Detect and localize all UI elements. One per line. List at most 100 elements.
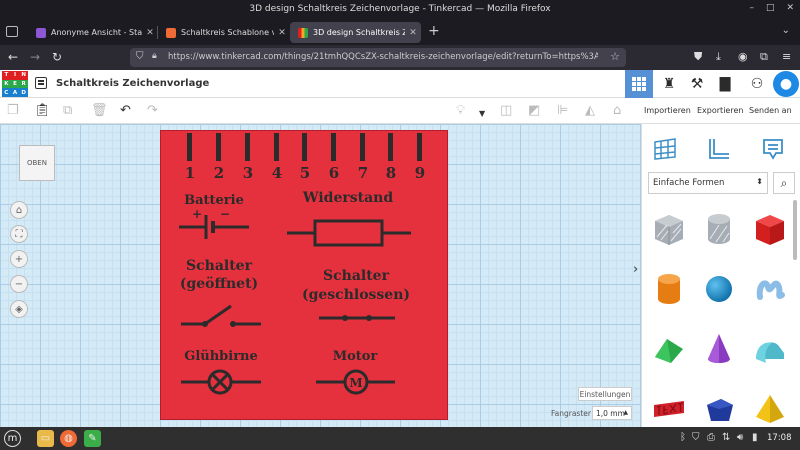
bluetooth-icon[interactable]: ᛒ [680, 432, 686, 443]
printer-icon[interactable]: ⎙ [707, 432, 715, 443]
tab-startpage[interactable]: Anonyme Ansicht - Startpag ✕ [28, 22, 158, 43]
shape-box[interactable] [747, 206, 793, 252]
import-button[interactable]: Importieren [644, 106, 691, 115]
resistor-symbol [287, 219, 411, 247]
close-tab-icon[interactable]: ✕ [405, 28, 421, 38]
tracking-shield-icon[interactable]: ⛉ [136, 51, 144, 62]
close-tab-icon[interactable]: ✕ [142, 28, 158, 38]
fit-view-button[interactable]: ⛶ [10, 225, 28, 243]
add-user-icon: ⚇ [750, 76, 764, 92]
workplane-settings-button[interactable]: Einstellungen [578, 387, 632, 401]
shape-cylinder[interactable] [646, 266, 692, 312]
tinkercad-logo[interactable]: TIN KER CAD [2, 71, 28, 97]
list-all-tabs-icon[interactable] [6, 26, 18, 37]
user-avatar[interactable]: ● [773, 71, 799, 97]
3d-view-button[interactable] [625, 70, 653, 98]
home-view-button[interactable]: ⌂ [10, 201, 28, 219]
shape-sphere[interactable] [696, 266, 742, 312]
lock-icon[interactable]: 🔒︎ [152, 51, 157, 61]
shape-polygon[interactable] [696, 386, 742, 427]
mirror-icon[interactable]: ◭ [585, 103, 595, 119]
notes-dropdown-icon[interactable]: ▼ [479, 106, 485, 122]
paste-icon[interactable]: 📋︎ [34, 103, 51, 119]
menu-icon[interactable]: ≡ [782, 50, 791, 63]
tool-app-taskbar-icon[interactable]: ✎ [84, 430, 101, 447]
start-menu-icon[interactable]: m [4, 430, 21, 447]
pickaxe-icon: ⚒ [690, 76, 704, 92]
ruler-tool-button[interactable] [704, 134, 734, 164]
view-cube[interactable]: OBEN [19, 145, 55, 181]
panel-scrollbar[interactable] [793, 200, 797, 260]
blocks-button[interactable]: ♜ [655, 70, 683, 98]
back-icon[interactable]: ← [8, 50, 18, 64]
shape-cylinder-hole[interactable] [696, 206, 742, 252]
shape-search-button[interactable]: ⌕ [773, 172, 795, 194]
circuit-template-board[interactable]: 1 2 3 4 5 6 7 8 9 Batterie + − Widerstan… [160, 130, 448, 420]
view-cube-label: OBEN [27, 159, 47, 167]
maximize-icon[interactable]: □ [766, 3, 775, 13]
tab-list-chevron-icon[interactable]: ⌄ [782, 25, 790, 36]
collapse-panel-chevron-icon[interactable]: › [633, 262, 638, 277]
extensions-icon[interactable]: ⧉ [760, 50, 768, 64]
shape-pyramid[interactable] [747, 386, 793, 427]
lamp-symbol [181, 369, 261, 395]
undo-icon[interactable]: ↶ [120, 103, 131, 119]
invite-button[interactable]: ⚇ [743, 70, 771, 98]
cruise-icon[interactable]: ⌂ [613, 103, 621, 119]
sim-lab-button[interactable]: ▇ [711, 70, 739, 98]
peg-1 [187, 133, 192, 161]
reload-icon[interactable]: ↻ [52, 50, 62, 64]
forward-icon[interactable]: → [30, 50, 40, 64]
align-icon[interactable]: ⊫ [557, 103, 568, 119]
shield-tray-icon[interactable]: ⛉ [692, 432, 700, 443]
design-list-icon[interactable] [35, 77, 47, 89]
duplicate-icon[interactable]: ⧉ [63, 103, 72, 119]
light-bulb-icon[interactable]: 💡︎ [456, 103, 465, 119]
url-bar[interactable]: ⛉ 🔒︎ https://www.tinkercad.com/things/21… [130, 48, 626, 67]
project-title[interactable]: Schaltkreis Zeichenvorlage [56, 78, 209, 89]
window-title: 3D design Schaltkreis Zeichenvorlage - T… [249, 4, 551, 14]
minimize-icon[interactable]: – [749, 3, 754, 13]
shape-cone[interactable] [696, 326, 742, 372]
orthographic-view-button[interactable]: ◈ [10, 300, 28, 318]
ungroup-icon[interactable]: ◩ [528, 103, 540, 119]
notes-tool-button[interactable] [758, 134, 788, 164]
file-manager-icon[interactable]: ▭ [37, 430, 54, 447]
new-tab-icon[interactable]: + [428, 23, 440, 39]
shape-box-hole[interactable] [646, 206, 692, 252]
export-button[interactable]: Exportieren [697, 106, 743, 115]
snap-grid-select[interactable]: 1,0 mm ▲ [592, 406, 632, 420]
battery-icon[interactable]: ▮ [752, 432, 758, 443]
pocket-icon[interactable]: ⛊ [694, 50, 702, 64]
tab-schablone[interactable]: Schaltkreis Schablone von E ✕ [158, 22, 290, 43]
redo-icon[interactable]: ↷ [147, 103, 158, 119]
home-icon: ⌂ [15, 204, 23, 216]
workplane-tool-button[interactable] [650, 134, 680, 164]
zoom-out-button[interactable]: − [10, 275, 28, 293]
firefox-taskbar-icon[interactable]: ◍ [60, 430, 77, 447]
downloads-icon[interactable]: ⤓ [716, 50, 721, 64]
caret-icon: ▲ [623, 409, 628, 416]
shape-category-select[interactable]: Einfache Formen ⬍ [648, 172, 768, 194]
copy-icon[interactable]: ❐ [7, 103, 19, 119]
close-tab-icon[interactable]: ✕ [274, 28, 290, 38]
group-icon[interactable]: ◫ [500, 103, 512, 119]
round-roof-icon [756, 342, 784, 363]
url-text[interactable]: https://www.tinkercad.com/things/21tmhQQ… [168, 52, 598, 62]
search-icon: ⌕ [780, 175, 788, 190]
bricks-button[interactable]: ⚒ [683, 70, 711, 98]
shape-text[interactable] [646, 386, 692, 427]
shape-roof[interactable] [646, 326, 692, 372]
account-icon[interactable]: ◉ [738, 50, 748, 63]
close-window-icon[interactable]: ✕ [786, 3, 794, 13]
network-icon[interactable]: ⇅ [722, 432, 730, 443]
clock[interactable]: 17:08 [767, 433, 792, 443]
volume-icon[interactable]: 🔊︎ [737, 432, 743, 443]
shape-scribble[interactable] [747, 266, 793, 312]
tab-tinkercad-design[interactable]: 3D design Schaltkreis Zeich ✕ [290, 22, 421, 43]
send-to-button[interactable]: Senden an [749, 106, 792, 115]
zoom-in-button[interactable]: + [10, 250, 28, 268]
delete-icon[interactable]: 🗑︎ [91, 103, 108, 119]
bookmark-star-icon[interactable]: ☆ [610, 50, 620, 63]
shape-round-roof[interactable] [747, 326, 793, 372]
